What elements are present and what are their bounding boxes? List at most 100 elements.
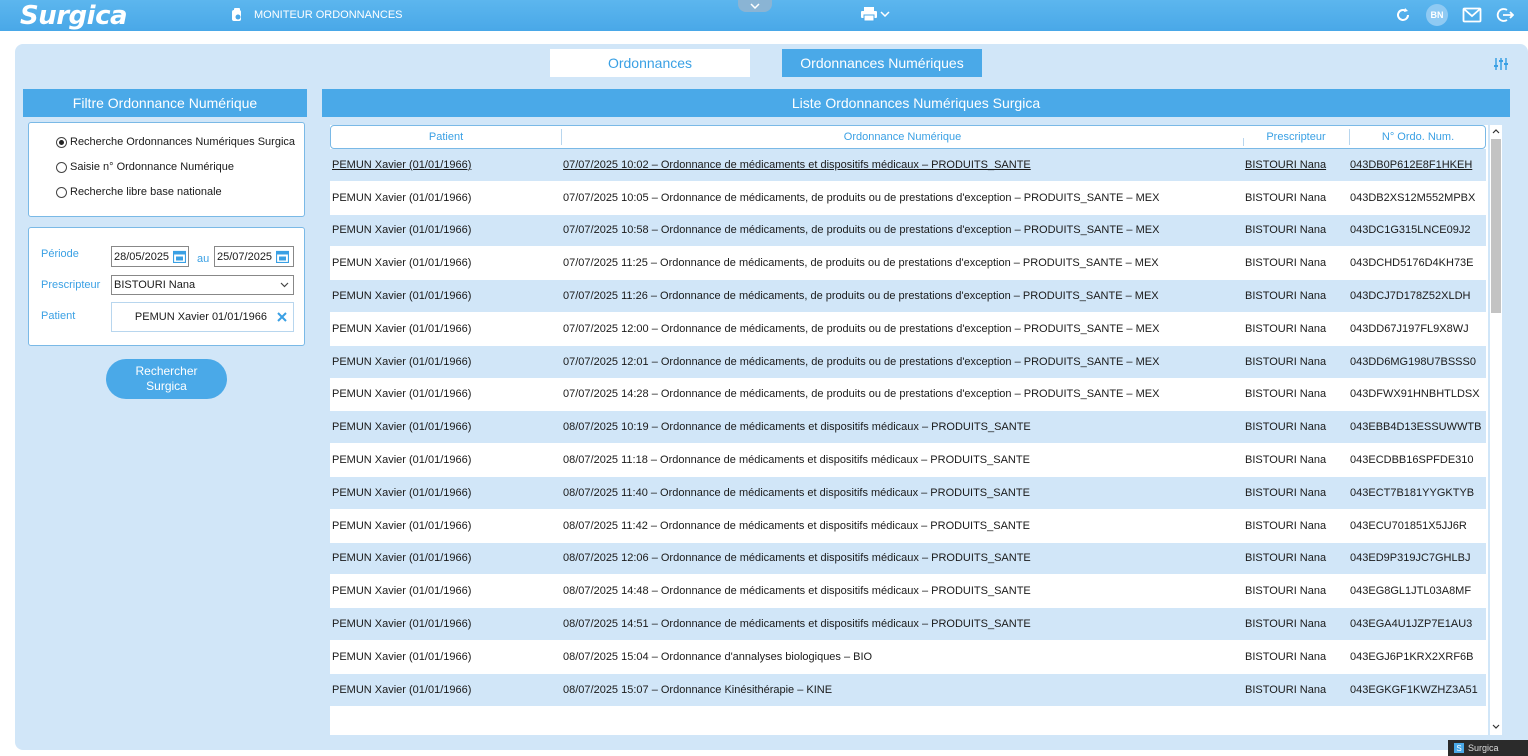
criteria-panel: Période 28/05/2025 au 25/07/2025 Prescri… — [28, 227, 305, 346]
cell-prescripteur: BISTOURI Nana — [1245, 257, 1327, 270]
date-to-input[interactable]: 25/07/2025 — [214, 246, 294, 267]
chevron-down-icon — [280, 282, 289, 288]
cell-prescripteur: BISTOURI Nana — [1245, 322, 1327, 335]
table-row[interactable]: PEMUN Xavier (01/01/1966) 08/07/2025 14:4… — [330, 575, 1486, 609]
cell-prescripteur: BISTOURI Nana — [1245, 486, 1327, 499]
cell-patient: PEMUN Xavier (01/01/1966) — [332, 224, 472, 237]
cell-numero: 043EGJ6P1KRX2XRF6B — [1350, 650, 1474, 663]
print-menu-button[interactable] — [860, 5, 890, 23]
cell-numero: 043DCJ7D178Z52XLDH — [1350, 290, 1471, 303]
tab-ordonnances-numeriques[interactable]: Ordonnances Numériques — [782, 49, 982, 77]
grid-rows: PEMUN Xavier (01/01/1966) 07/07/2025 10:0… — [330, 149, 1486, 707]
cell-patient: PEMUN Xavier (01/01/1966) — [332, 486, 472, 499]
table-row[interactable]: PEMUN Xavier (01/01/1966) 07/07/2025 10:0… — [330, 149, 1486, 182]
search-button-line2: Surgica — [146, 379, 187, 393]
table-row[interactable]: PEMUN Xavier (01/01/1966) 07/07/2025 11:2… — [330, 280, 1486, 313]
table-row[interactable]: PEMUN Xavier (01/01/1966) 07/07/2025 11:2… — [330, 247, 1486, 281]
col-header-ordonnance[interactable]: Ordonnance Numérique — [562, 126, 1243, 148]
cell-numero: 043EBB4D13ESSUWWTB — [1350, 421, 1482, 434]
cell-ordonnance: 08/07/2025 14:48 – Ordonnance de médicam… — [563, 585, 1031, 598]
table-row[interactable]: PEMUN Xavier (01/01/1966) 07/07/2025 12:0… — [330, 345, 1486, 379]
cell-numero: 043EGA4U1JZP7E1AU3 — [1350, 618, 1473, 631]
cell-numero: 043ECT7B181YYGKTYB — [1350, 486, 1475, 499]
top-dropdown-toggle[interactable] — [738, 0, 772, 12]
date-from-input[interactable]: 28/05/2025 — [111, 246, 189, 267]
list-title: Liste Ordonnances Numériques Surgica — [322, 89, 1510, 117]
radio-unchecked[interactable] — [56, 161, 67, 173]
grid-scrollbar[interactable] — [1490, 125, 1502, 735]
table-row[interactable]: PEMUN Xavier (01/01/1966) 08/07/2025 15:0… — [330, 640, 1486, 674]
ordonnances-grid: Patient Ordonnance Numérique Prescripteu… — [330, 125, 1488, 735]
radio-recherche-surgica[interactable]: Recherche Ordonnances Numériques Surgica — [56, 136, 295, 148]
table-row[interactable]: PEMUN Xavier (01/01/1966) 08/07/2025 12:0… — [330, 542, 1486, 576]
top-bar: Surgica MONITEUR ORDONNANCES BN — [0, 0, 1528, 31]
cell-patient: PEMUN Xavier (01/01/1966) — [332, 158, 472, 171]
radio-recherche-libre[interactable]: Recherche libre base nationale — [56, 186, 222, 198]
cell-ordonnance: 07/07/2025 12:00 – Ordonnance de médicam… — [563, 322, 1160, 335]
table-row[interactable]: PEMUN Xavier (01/01/1966) 07/07/2025 14:2… — [330, 378, 1486, 412]
cell-ordonnance: 08/07/2025 11:18 – Ordonnance de médicam… — [563, 454, 1030, 467]
patient-field[interactable]: PEMUN Xavier 01/01/1966 — [111, 302, 294, 332]
cell-ordonnance: 07/07/2025 10:58 – Ordonnance de médicam… — [563, 224, 1160, 237]
search-mode-group: Recherche Ordonnances Numériques Surgica… — [28, 122, 305, 217]
user-avatar[interactable]: BN — [1426, 4, 1448, 26]
patient-label: Patient — [41, 310, 76, 322]
radio-unchecked[interactable] — [56, 186, 67, 198]
logout-icon[interactable] — [1496, 6, 1514, 24]
table-row[interactable]: PEMUN Xavier (01/01/1966) 08/07/2025 15:0… — [330, 673, 1486, 707]
cell-prescripteur: BISTOURI Nana — [1245, 519, 1327, 532]
cell-ordonnance: 08/07/2025 14:51 – Ordonnance de médicam… — [563, 618, 1031, 631]
module-selector[interactable]: MONITEUR ORDONNANCES — [230, 8, 403, 22]
tab-ordonnances[interactable]: Ordonnances — [550, 49, 750, 77]
table-row[interactable]: PEMUN Xavier (01/01/1966) 07/07/2025 10:0… — [330, 181, 1486, 215]
cell-numero: 043DB2XS12M552MPBX — [1350, 191, 1476, 204]
chevron-down-icon — [750, 3, 760, 9]
scroll-thumb[interactable] — [1491, 139, 1501, 313]
radio-checked[interactable] — [56, 136, 67, 148]
cell-prescripteur: BISTOURI Nana — [1245, 454, 1327, 467]
cell-prescripteur: BISTOURI Nana — [1245, 290, 1327, 303]
module-label: MONITEUR ORDONNANCES — [254, 9, 403, 21]
cell-patient: PEMUN Xavier (01/01/1966) — [332, 257, 472, 270]
cell-patient: PEMUN Xavier (01/01/1966) — [332, 683, 472, 696]
cell-numero: 043DFWX91HNBHTLDSX — [1350, 388, 1480, 401]
cell-ordonnance: 07/07/2025 11:25 – Ordonnance de médicam… — [563, 257, 1159, 270]
main-panel: Ordonnances Ordonnances Numériques Filtr… — [15, 44, 1528, 750]
cell-ordonnance: 08/07/2025 12:06 – Ordonnance de médicam… — [563, 552, 1031, 565]
search-button-line1: Rechercher — [135, 364, 198, 378]
refresh-icon[interactable] — [1394, 6, 1412, 24]
calendar-icon[interactable] — [173, 250, 187, 263]
scroll-up-arrow[interactable] — [1491, 126, 1501, 136]
cell-patient: PEMUN Xavier (01/01/1966) — [332, 355, 472, 368]
table-row[interactable]: PEMUN Xavier (01/01/1966) 08/07/2025 11:4… — [330, 476, 1486, 510]
cell-numero: 043DD6MG198U7BSSS0 — [1350, 355, 1476, 368]
scroll-down-arrow[interactable] — [1491, 721, 1501, 731]
mail-icon[interactable] — [1462, 7, 1482, 23]
table-row[interactable]: PEMUN Xavier (01/01/1966) 08/07/2025 14:5… — [330, 608, 1486, 641]
table-row[interactable]: PEMUN Xavier (01/01/1966) 07/07/2025 12:0… — [330, 312, 1486, 346]
col-header-prescripteur[interactable]: Prescripteur — [1244, 126, 1348, 148]
taskbar-surgica[interactable]: S Surgica — [1448, 740, 1528, 756]
au-label: au — [197, 253, 210, 265]
col-header-numero[interactable]: N° Ordo. Num. — [1350, 126, 1486, 148]
sliders-icon[interactable] — [1494, 57, 1508, 71]
cell-patient: PEMUN Xavier (01/01/1966) — [332, 585, 472, 598]
rechercher-surgica-button[interactable]: Rechercher Surgica — [106, 359, 227, 399]
cell-patient: PEMUN Xavier (01/01/1966) — [332, 388, 472, 401]
radio-saisie-numero[interactable]: Saisie n° Ordonnance Numérique — [56, 161, 234, 173]
cell-prescripteur: BISTOURI Nana — [1245, 683, 1327, 696]
periode-label: Période — [41, 248, 79, 260]
table-row[interactable]: PEMUN Xavier (01/01/1966) 07/07/2025 10:5… — [330, 214, 1486, 248]
table-row[interactable]: PEMUN Xavier (01/01/1966) 08/07/2025 11:4… — [330, 509, 1486, 543]
chevron-down-icon — [1492, 724, 1500, 729]
close-icon[interactable] — [277, 312, 287, 322]
col-header-patient[interactable]: Patient — [331, 126, 561, 148]
calendar-icon[interactable] — [276, 250, 290, 263]
table-row[interactable]: PEMUN Xavier (01/01/1966) 08/07/2025 10:1… — [330, 411, 1486, 445]
cell-patient: PEMUN Xavier (01/01/1966) — [332, 290, 472, 303]
cell-ordonnance: 07/07/2025 14:28 – Ordonnance de médicam… — [563, 388, 1160, 401]
cell-patient: PEMUN Xavier (01/01/1966) — [332, 454, 472, 467]
table-row[interactable]: PEMUN Xavier (01/01/1966) 08/07/2025 11:1… — [330, 444, 1486, 477]
prescripteur-select[interactable]: BISTOURI Nana — [111, 275, 294, 295]
filter-title: Filtre Ordonnance Numérique — [23, 89, 307, 117]
